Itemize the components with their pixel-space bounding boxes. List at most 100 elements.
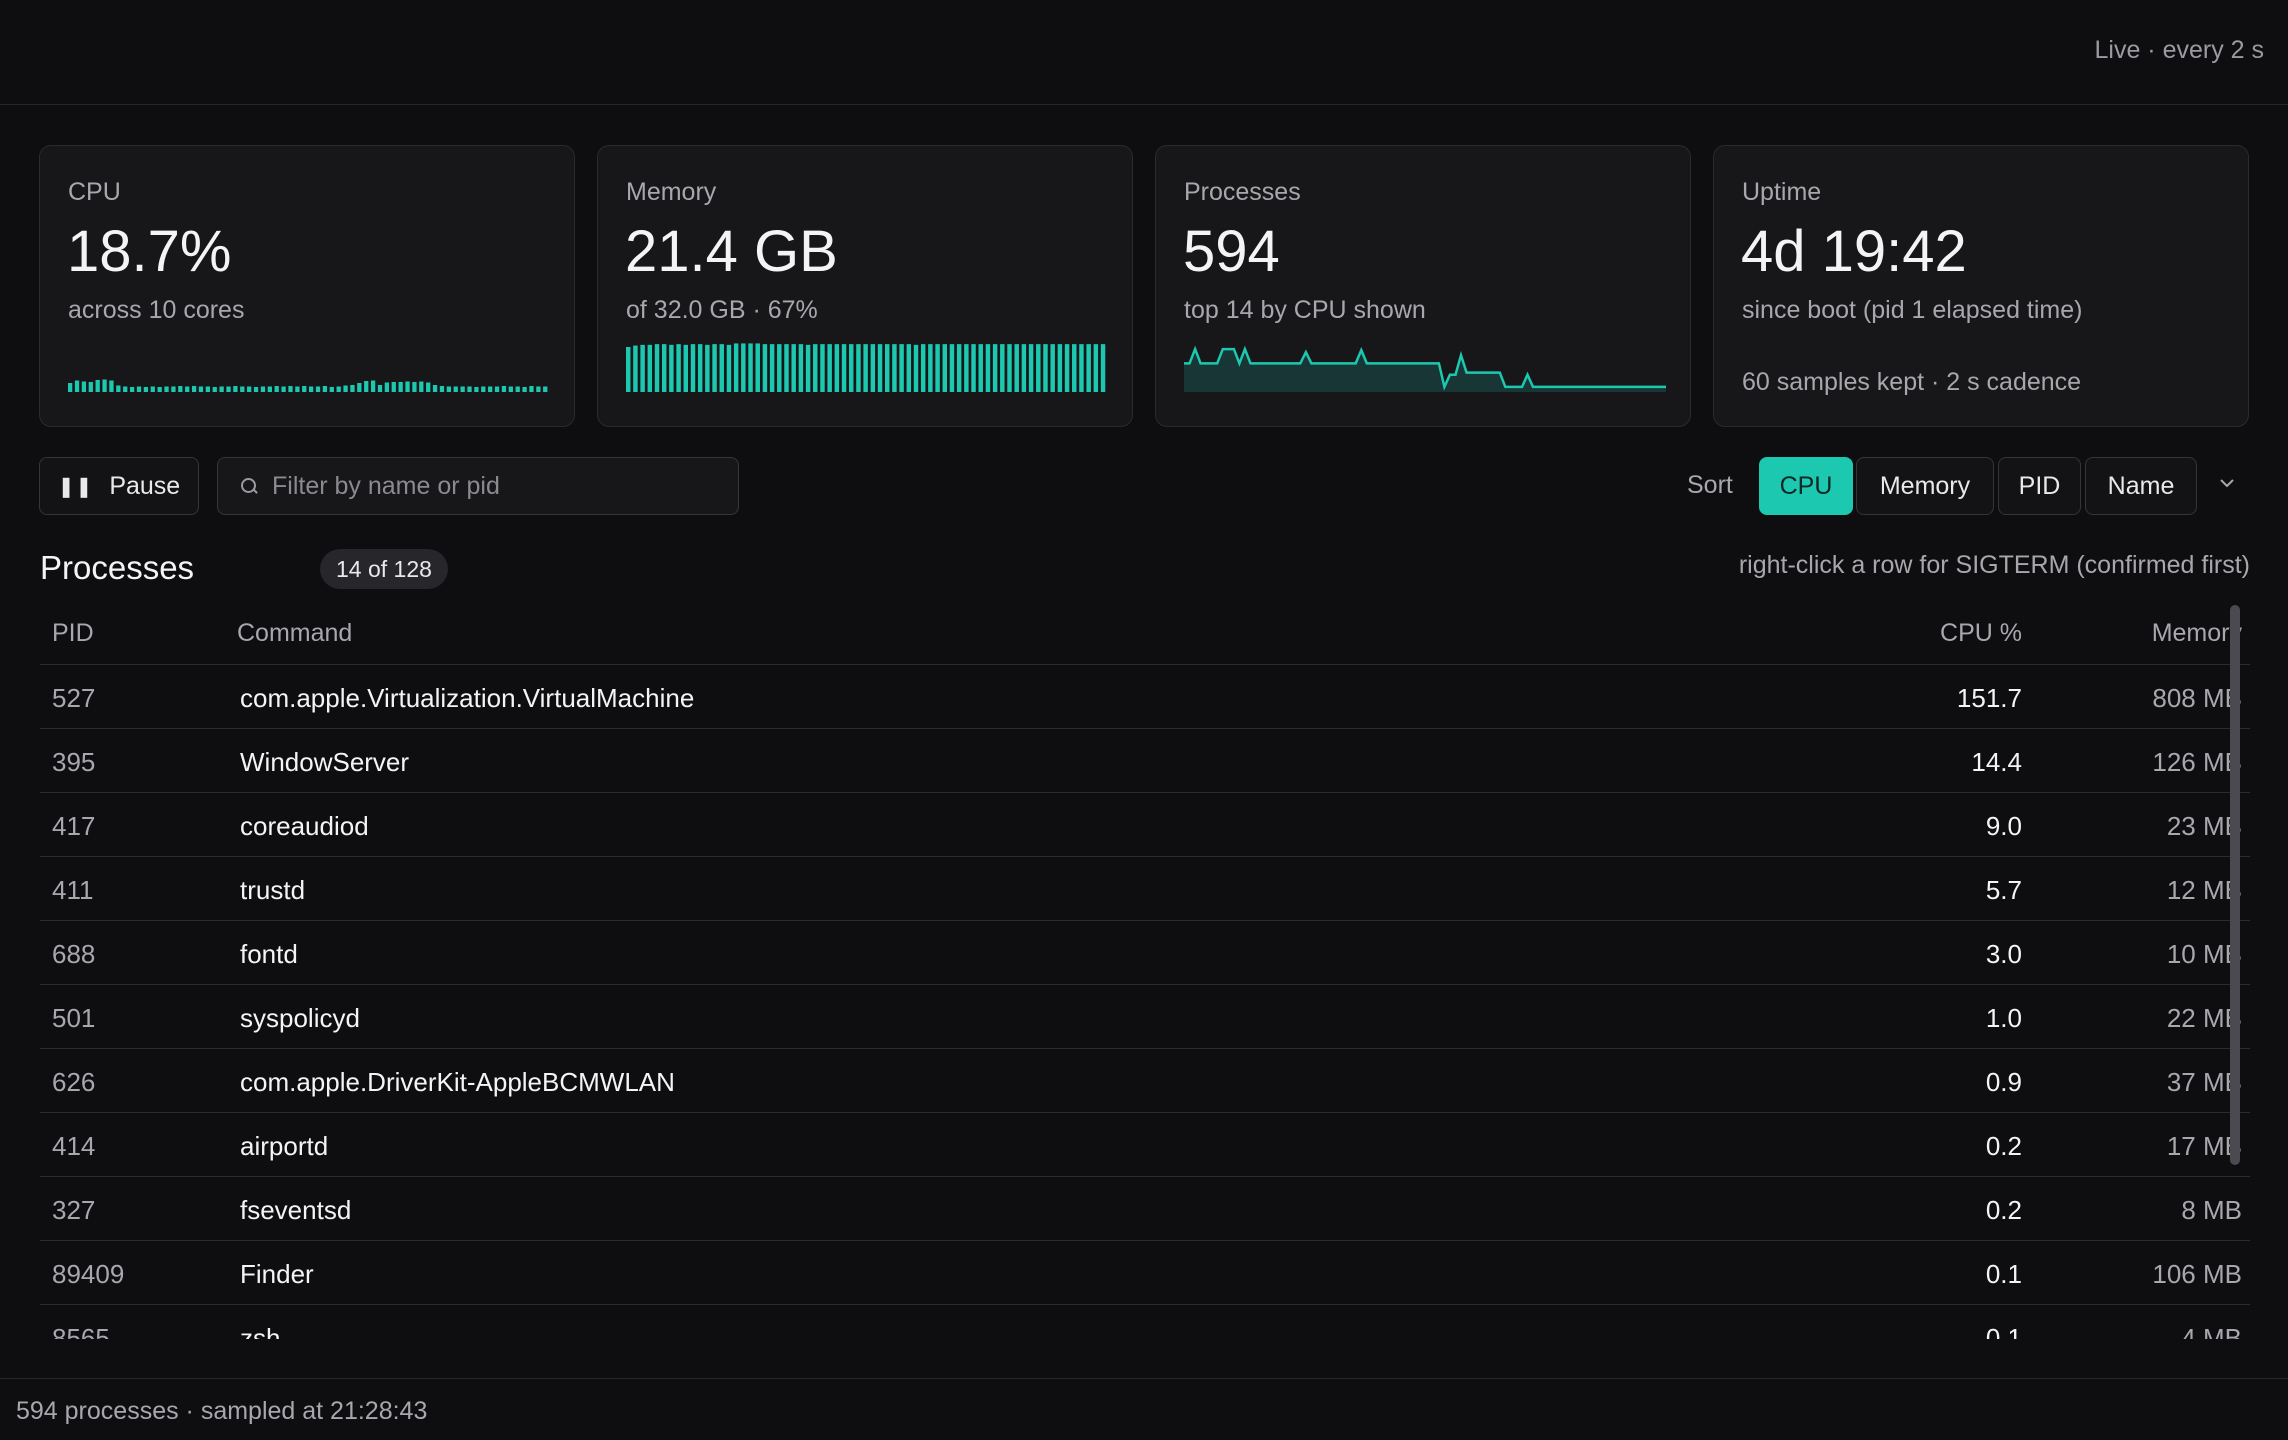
cpu-history-bar bbox=[446, 386, 451, 392]
memory-history-bar bbox=[798, 344, 804, 392]
top-bar: Live · every 2 s bbox=[0, 0, 2288, 105]
cpu-history-bar bbox=[481, 386, 486, 392]
cpu-history-bar bbox=[219, 386, 224, 392]
memory-history-bar bbox=[992, 344, 998, 392]
table-row[interactable]: 688 fontd 3.0 10 MB bbox=[40, 921, 2250, 985]
memory-history-bar bbox=[1093, 344, 1099, 392]
cpu-history-bar bbox=[453, 386, 458, 392]
table-row[interactable]: 395 WindowServer 14.4 126 MB bbox=[40, 729, 2250, 793]
memory-history-bar bbox=[863, 344, 868, 392]
cpu-history-chart bbox=[68, 379, 548, 392]
filter-field[interactable] bbox=[217, 457, 739, 515]
row-command: Finder bbox=[240, 1259, 314, 1289]
memory-history-bar bbox=[899, 344, 904, 392]
memory-history-bar bbox=[777, 344, 782, 392]
memory-history-bar bbox=[985, 344, 991, 392]
column-pid[interactable]: PID bbox=[52, 619, 94, 648]
cpu-history-bar bbox=[260, 386, 266, 392]
process-table: PID Command CPU % Memory 527 com.apple.Vi… bbox=[40, 605, 2250, 1339]
table-row[interactable]: 417 coreaudiod 9.0 23 MB bbox=[40, 793, 2250, 857]
memory-history-bar bbox=[1064, 344, 1070, 392]
memory-history-bar bbox=[626, 347, 631, 392]
chevron-down-icon[interactable] bbox=[2219, 475, 2235, 491]
sort-name-button[interactable]: Name bbox=[2085, 457, 2197, 515]
row-pid: 395 bbox=[52, 747, 96, 777]
cpu-history-bar bbox=[405, 381, 410, 392]
table-row[interactable]: 501 syspolicyd 1.0 22 MB bbox=[40, 985, 2250, 1049]
table-scrollbar[interactable] bbox=[2230, 605, 2240, 1335]
sort-pid-button[interactable]: PID bbox=[1998, 457, 2081, 515]
memory-history-bar bbox=[712, 344, 717, 392]
memory-history-bar bbox=[820, 344, 825, 392]
scrollbar-thumb[interactable] bbox=[2230, 605, 2240, 1165]
memory-history-bar bbox=[913, 344, 919, 392]
memory-history-bar bbox=[1050, 344, 1055, 392]
cpu-history-bar bbox=[164, 386, 169, 392]
pause-label: Pause bbox=[109, 471, 181, 500]
row-command: zsh bbox=[240, 1323, 281, 1339]
filter-input[interactable] bbox=[272, 471, 712, 501]
cpu-history-bar bbox=[288, 386, 293, 392]
row-pid: 626 bbox=[52, 1067, 96, 1097]
cpu-history-bar bbox=[543, 386, 548, 392]
cpu-history-bar bbox=[95, 380, 100, 392]
memory-history-bar bbox=[928, 344, 933, 392]
memory-history-chart bbox=[626, 343, 1106, 392]
table-row[interactable]: 327 fseventsd 0.2 8 MB bbox=[40, 1177, 2250, 1241]
processes-title: Processes bbox=[40, 549, 195, 586]
memory-history-bar bbox=[1036, 344, 1041, 392]
column-command[interactable]: Command bbox=[237, 619, 352, 648]
uptime-card: Uptime 4d 19:42 since boot (pid 1 elapse… bbox=[1713, 145, 2249, 427]
cpu-history-bar bbox=[494, 386, 500, 392]
row-memory: 808 MB bbox=[2152, 683, 2242, 713]
row-cpu: 14.4 bbox=[1971, 747, 2022, 777]
cpu-history-bar bbox=[247, 386, 252, 392]
row-cpu: 0.2 bbox=[1985, 1131, 2022, 1161]
cpu-history-bar bbox=[302, 386, 307, 392]
memory-history-bar bbox=[654, 344, 660, 392]
memory-history-bar bbox=[741, 343, 746, 392]
pause-button[interactable]: ❚❚ Pause bbox=[39, 457, 199, 515]
memory-history-bar bbox=[669, 344, 674, 392]
search-icon bbox=[240, 477, 258, 495]
row-command: fseventsd bbox=[240, 1195, 352, 1225]
table-row[interactable]: 527 com.apple.Virtualization.VirtualMachi… bbox=[40, 665, 2250, 729]
memory-history-bar bbox=[661, 344, 667, 392]
table-row[interactable]: 626 com.apple.DriverKit-AppleBCMWLAN 0.9 37… bbox=[40, 1049, 2250, 1113]
memory-history-bar bbox=[978, 344, 983, 392]
sort-label: Sort bbox=[1687, 471, 1733, 499]
table-row[interactable]: 8565 zsh 0.1 4 MB bbox=[40, 1305, 2250, 1339]
cpu-history-bar bbox=[198, 386, 204, 392]
cpu-history-bar bbox=[460, 386, 465, 392]
memory-history-bar bbox=[647, 344, 653, 392]
column-cpu[interactable]: CPU % bbox=[1940, 619, 2022, 648]
cpu-history-bar bbox=[116, 385, 121, 392]
memory-history-bar bbox=[791, 344, 796, 392]
row-pid: 414 bbox=[52, 1131, 96, 1161]
cpu-history-bar bbox=[364, 381, 369, 392]
sort-memory-button[interactable]: Memory bbox=[1856, 457, 1994, 515]
memory-history-bar bbox=[748, 343, 753, 392]
row-cpu: 1.0 bbox=[1985, 1003, 2022, 1033]
cpu-history-bar bbox=[68, 383, 73, 392]
memory-history-bar bbox=[870, 344, 876, 392]
table-row[interactable]: 89409 Finder 0.1 106 MB bbox=[40, 1241, 2250, 1305]
cpu-history-bar bbox=[377, 385, 383, 392]
cpu-label: CPU bbox=[68, 178, 121, 206]
table-row[interactable]: 414 airportd 0.2 17 MB bbox=[40, 1113, 2250, 1177]
cpu-history-bar bbox=[226, 386, 231, 392]
row-command: trustd bbox=[240, 875, 306, 905]
table-row[interactable]: 411 trustd 5.7 12 MB bbox=[40, 857, 2250, 921]
memory-history-bar bbox=[755, 343, 760, 392]
row-cpu: 3.0 bbox=[1985, 939, 2022, 969]
cpu-history-bar bbox=[212, 387, 217, 392]
memory-history-bar bbox=[762, 344, 768, 392]
memory-history-bar bbox=[1072, 344, 1077, 392]
column-memory[interactable]: Memory bbox=[2152, 619, 2242, 648]
memory-value: 21.4 GB bbox=[625, 219, 838, 284]
sort-cpu-button[interactable]: CPU bbox=[1759, 457, 1853, 515]
row-cpu: 0.1 bbox=[1985, 1259, 2022, 1289]
cpu-history-bar bbox=[508, 386, 513, 392]
cpu-history-bar bbox=[267, 386, 272, 392]
row-cpu: 151.7 bbox=[1956, 683, 2022, 713]
